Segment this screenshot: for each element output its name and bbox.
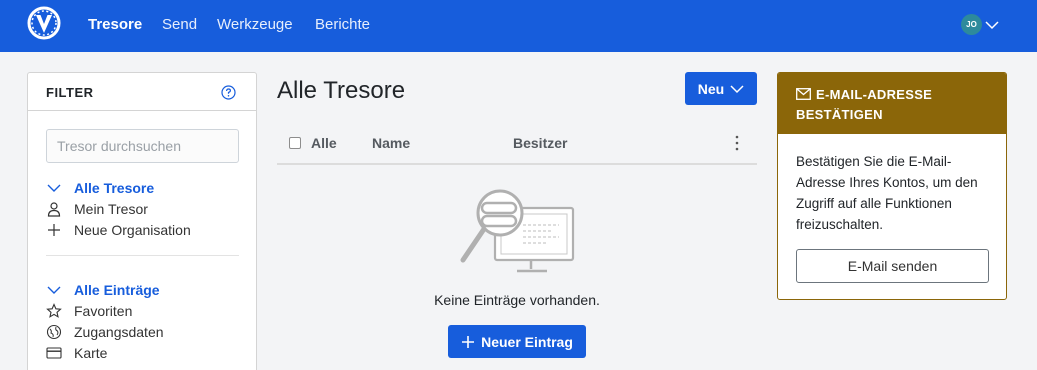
- filter-new-organization-label: Neue Organisation: [74, 222, 191, 238]
- bitwarden-logo-icon[interactable]: [27, 6, 61, 40]
- filter-my-vault[interactable]: Mein Tresor: [46, 199, 148, 219]
- col-owner[interactable]: Besitzer: [513, 135, 567, 151]
- filter-new-organization[interactable]: Neue Organisation: [46, 220, 191, 240]
- verify-email-card: E-MAIL-ADRESSE BESTÄTIGEN Bestätigen Sie…: [777, 72, 1007, 300]
- filter-header: FILTER: [28, 73, 256, 111]
- globe-icon: [46, 324, 62, 340]
- select-all-checkbox[interactable]: [289, 137, 301, 149]
- verify-email-title: E-MAIL-ADRESSE BESTÄTIGEN: [796, 87, 933, 122]
- envelope-icon: [796, 88, 811, 100]
- help-icon[interactable]: [221, 85, 236, 100]
- nav-send[interactable]: Send: [162, 16, 197, 33]
- top-navbar: Tresore Send Werkzeuge Berichte JO: [0, 0, 1037, 52]
- verify-email-header: E-MAIL-ADRESSE BESTÄTIGEN: [778, 73, 1006, 134]
- star-icon: [46, 303, 62, 318]
- send-email-button[interactable]: E-Mail senden: [796, 249, 989, 283]
- filter-card-label: Karte: [74, 345, 108, 361]
- new-button-label: Neu: [697, 80, 725, 97]
- nav-berichte[interactable]: Berichte: [315, 16, 370, 33]
- credit-card-icon: [46, 347, 62, 359]
- page-title: Alle Tresore: [277, 77, 406, 104]
- new-entry-button[interactable]: Neuer Eintrag: [448, 325, 586, 358]
- new-entry-button-label: Neuer Eintrag: [481, 333, 573, 350]
- filter-favorites[interactable]: Favoriten: [46, 301, 132, 321]
- filter-all-vaults[interactable]: Alle Tresore: [46, 178, 154, 198]
- chevron-down-icon[interactable]: [985, 18, 999, 32]
- filter-favorites-label: Favoriten: [74, 303, 133, 319]
- empty-vault-illustration-icon: [460, 189, 575, 273]
- filter-title: FILTER: [46, 85, 94, 100]
- col-name[interactable]: Name: [372, 135, 410, 151]
- filter-all-vaults-label: Alle Tresore: [74, 180, 155, 196]
- more-options-icon[interactable]: [729, 134, 745, 152]
- plus-icon: [462, 335, 475, 348]
- chevron-down-icon: [730, 84, 744, 93]
- vault-search-input[interactable]: [46, 129, 239, 163]
- user-icon: [47, 202, 61, 217]
- col-all[interactable]: Alle: [311, 135, 337, 151]
- filter-logins-label: Zugangsdaten: [74, 324, 164, 340]
- new-button[interactable]: Neu: [685, 72, 757, 105]
- nav-tresore[interactable]: Tresore: [88, 16, 142, 33]
- filter-my-vault-label: Mein Tresor: [74, 201, 148, 217]
- filter-panel: FILTER Alle Tresore Mein Tresor Neue Org…: [27, 72, 257, 370]
- empty-state-text: Keine Einträge vorhanden.: [434, 292, 600, 308]
- filter-divider: [46, 255, 239, 256]
- filter-all-items[interactable]: Alle Einträge: [46, 280, 160, 300]
- filter-logins[interactable]: Zugangsdaten: [46, 322, 164, 342]
- nav-werkzeuge[interactable]: Werkzeuge: [217, 16, 293, 33]
- table-header: Alle Name Besitzer: [277, 122, 757, 165]
- filter-card[interactable]: Karte: [46, 343, 107, 363]
- plus-icon: [48, 224, 60, 236]
- chevron-down-icon: [47, 286, 61, 294]
- avatar[interactable]: JO: [961, 14, 982, 35]
- verify-email-body: Bestätigen Sie die E-Mail-Adresse Ihres …: [796, 154, 978, 232]
- chevron-down-icon: [47, 184, 61, 192]
- filter-all-items-label: Alle Einträge: [74, 282, 160, 298]
